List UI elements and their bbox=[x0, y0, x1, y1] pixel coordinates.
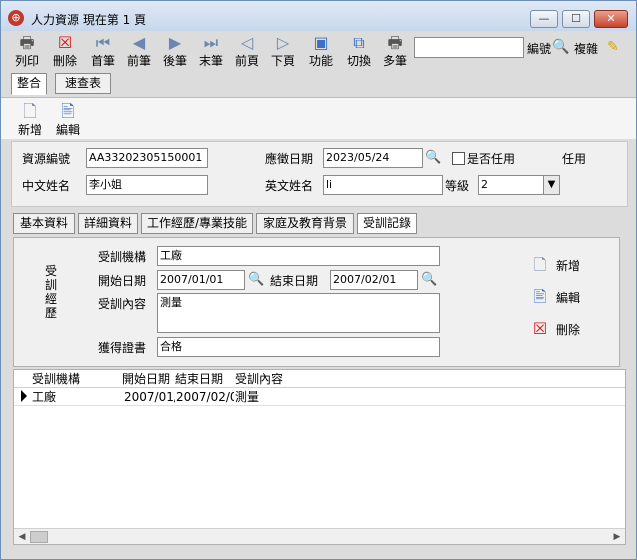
tab-work-experience[interactable]: 工作經歷/專業技能 bbox=[141, 213, 253, 234]
prev-record-icon: ◀ bbox=[132, 33, 146, 52]
hired-checkbox[interactable] bbox=[452, 152, 465, 165]
multi-print-icon: 🖶 bbox=[387, 33, 403, 52]
edit-record-button[interactable]: 🖹 編輯 bbox=[53, 102, 83, 138]
next-page-icon: ▷ bbox=[276, 33, 290, 52]
scroll-thumb[interactable] bbox=[30, 531, 48, 543]
function-button[interactable]: ▣ 功能 bbox=[303, 33, 339, 71]
new-document-icon: 🗋 bbox=[533, 255, 547, 274]
training-add-button[interactable]: 🗋 新增 bbox=[530, 254, 610, 276]
training-panel: 受 訓 經 歷 受訓機構 工廠 開始日期 2007/01/01 🔍 結束日期 2… bbox=[13, 237, 620, 367]
switch-icon: ⧉ bbox=[353, 33, 365, 52]
table-row[interactable]: 工廠 2007/01/01 2007/02/01 測量 bbox=[14, 388, 625, 406]
training-start-field[interactable]: 2007/01/01 bbox=[157, 270, 245, 290]
training-edit-label: 編輯 bbox=[556, 291, 581, 305]
delete-button[interactable]: ☒ 刪除 bbox=[47, 33, 83, 71]
function-icon: ▣ bbox=[313, 33, 329, 52]
record-actions: 🗋 新增 🖹 編輯 bbox=[1, 97, 636, 139]
last-record-icon: ⏭ bbox=[203, 33, 219, 52]
edit-number-label: 編號 bbox=[527, 42, 552, 56]
current-row-icon bbox=[21, 390, 27, 402]
column-header-content[interactable]: 受訓內容 bbox=[235, 371, 283, 387]
training-end-label: 結束日期 bbox=[270, 274, 319, 288]
tab-family-education[interactable]: 家庭及教育背景 bbox=[256, 213, 354, 234]
maximize-button[interactable]: ☐ bbox=[562, 10, 590, 28]
hired-status-text: 任用 bbox=[562, 152, 587, 166]
toolbar-search-input[interactable] bbox=[414, 37, 524, 58]
print-button[interactable]: 🖶 列印 bbox=[9, 33, 45, 71]
training-org-label: 受訓機構 bbox=[98, 250, 147, 264]
edit-record-label: 編輯 bbox=[55, 123, 80, 137]
column-header-end[interactable]: 結束日期 bbox=[175, 371, 223, 387]
pencil-check-icon[interactable]: ✎ bbox=[604, 38, 622, 56]
training-delete-label: 刪除 bbox=[556, 323, 581, 337]
window-title: 人力資源 現在第 1 頁 bbox=[31, 13, 147, 27]
apply-date-field[interactable]: 2023/05/24 bbox=[323, 148, 423, 168]
app-window: ⊕ 人力資源 現在第 1 頁 — ☐ ✕ 🖶 列印 ☒ 刪除 ⏮ 首筆 ◀ 前筆… bbox=[0, 0, 637, 560]
printer-icon: 🖶 bbox=[19, 33, 35, 52]
first-record-icon: ⏮ bbox=[95, 33, 111, 52]
horizontal-scrollbar[interactable]: ◀ ▶ bbox=[14, 528, 625, 544]
search-icon[interactable]: 🔍 bbox=[552, 38, 570, 56]
grade-label: 等級 bbox=[445, 179, 470, 193]
multi-label: 多筆 bbox=[382, 54, 407, 68]
prev-page-icon: ◁ bbox=[240, 33, 254, 52]
tab-basic-info[interactable]: 基本資料 bbox=[13, 213, 75, 234]
app-icon: ⊕ bbox=[8, 10, 24, 26]
start-date-search-icon[interactable]: 🔍 bbox=[248, 272, 264, 288]
copy-label: 複雜 bbox=[574, 42, 599, 56]
training-end-field[interactable]: 2007/02/01 bbox=[330, 270, 418, 290]
apply-date-label: 應徵日期 bbox=[265, 152, 314, 166]
training-cert-label: 獲得證書 bbox=[98, 341, 147, 355]
cell-content: 測量 bbox=[235, 390, 260, 404]
delete-icon: ☒ bbox=[532, 319, 548, 338]
header-form: 資源編號 AA33202305150001 應徵日期 2023/05/24 🔍 … bbox=[11, 141, 628, 207]
next-record-icon: ▶ bbox=[168, 33, 182, 52]
new-document-icon: 🗋 bbox=[23, 102, 37, 122]
training-delete-button[interactable]: ☒ 刪除 bbox=[530, 318, 610, 340]
edit-document-icon: 🖹 bbox=[533, 287, 547, 306]
column-header-org[interactable]: 受訓機構 bbox=[32, 371, 80, 387]
close-button[interactable]: ✕ bbox=[594, 10, 628, 28]
column-header-start[interactable]: 開始日期 bbox=[122, 371, 170, 387]
chinese-name-label: 中文姓名 bbox=[22, 179, 71, 193]
add-record-label: 新增 bbox=[17, 123, 42, 137]
english-name-label: 英文姓名 bbox=[265, 179, 314, 193]
training-content-field[interactable]: 測量 bbox=[157, 293, 440, 333]
calendar-search-icon[interactable]: 🔍 bbox=[425, 150, 441, 166]
cell-end: 2007/02/01 bbox=[176, 390, 234, 404]
training-edit-button[interactable]: 🖹 編輯 bbox=[530, 286, 610, 308]
scroll-left-icon[interactable]: ◀ bbox=[14, 529, 30, 545]
grid-header: 受訓機構 開始日期 結束日期 受訓內容 bbox=[14, 370, 625, 388]
resource-id-field[interactable]: AA33202305150001 bbox=[86, 148, 208, 168]
cell-start: 2007/01/01 bbox=[124, 390, 175, 404]
tab-detail-info[interactable]: 詳細資料 bbox=[78, 213, 138, 234]
scroll-right-icon[interactable]: ▶ bbox=[609, 529, 625, 545]
training-cert-field[interactable]: 合格 bbox=[157, 337, 440, 357]
tab-quick-lookup[interactable]: 速查表 bbox=[55, 73, 111, 94]
grade-value: 2 bbox=[481, 178, 488, 191]
multi-button[interactable]: 🖶 多筆 bbox=[377, 33, 413, 71]
resource-id-label: 資源編號 bbox=[22, 152, 71, 166]
training-add-label: 新增 bbox=[556, 259, 581, 273]
chinese-name-field[interactable]: 李小姐 bbox=[86, 175, 208, 195]
english-name-field[interactable]: li bbox=[323, 175, 443, 195]
training-content-label: 受訓內容 bbox=[98, 297, 147, 311]
delete-icon: ☒ bbox=[57, 33, 73, 52]
training-section-label: 受 訓 經 歷 bbox=[44, 264, 57, 320]
title-bar: ⊕ 人力資源 現在第 1 頁 — ☐ ✕ bbox=[1, 1, 636, 31]
training-start-label: 開始日期 bbox=[98, 274, 147, 288]
minimize-button[interactable]: — bbox=[530, 10, 558, 28]
training-grid: 受訓機構 開始日期 結束日期 受訓內容 工廠 2007/01/01 2007/0… bbox=[13, 369, 626, 545]
end-date-search-icon[interactable]: 🔍 bbox=[421, 272, 437, 288]
training-org-field[interactable]: 工廠 bbox=[157, 246, 440, 266]
tab-training-records[interactable]: 受訓記錄 bbox=[357, 213, 417, 234]
hired-label: 是否任用 bbox=[467, 152, 516, 166]
next-page-button[interactable]: ▷ 下頁 bbox=[265, 33, 301, 71]
add-record-button[interactable]: 🗋 新增 bbox=[15, 102, 45, 138]
cell-org: 工廠 bbox=[32, 390, 57, 404]
grade-select[interactable]: 2 ▼ bbox=[478, 175, 560, 195]
tab-integrated[interactable]: 整合 bbox=[11, 73, 47, 95]
chevron-down-icon[interactable]: ▼ bbox=[543, 176, 559, 194]
edit-document-icon: 🖹 bbox=[61, 102, 75, 122]
